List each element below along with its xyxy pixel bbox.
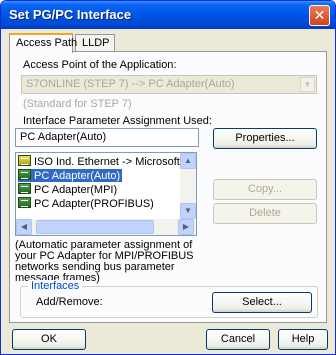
list-item[interactable]: PC Adapter(PROFIBUS) [18, 197, 156, 210]
horizontal-scrollbar[interactable]: ◀ ▶ [16, 219, 196, 235]
interface-description: (Automatic parameter assignment of your … [15, 239, 194, 284]
access-point-label: Access Point of the Application: [23, 59, 177, 71]
parameter-assignment-input[interactable]: PC Adapter(Auto) [15, 128, 199, 147]
network-card-icon [18, 169, 31, 180]
copy-button[interactable]: Copy... [213, 179, 317, 200]
close-icon: ✕ [313, 7, 326, 23]
list-item[interactable]: ISO Ind. Ethernet -> Microsoft TV/V [18, 155, 197, 168]
vertical-scrollbar[interactable]: ▲ ▼ [180, 153, 196, 219]
network-card-icon [18, 197, 31, 208]
arrow-up-icon: ▲ [184, 156, 192, 165]
close-button[interactable]: ✕ [309, 5, 330, 26]
list-item-label: PC Adapter(MPI) [34, 184, 118, 196]
interfaces-group-title: Interfaces [28, 280, 83, 292]
network-card-icon [18, 183, 31, 194]
dropdown-arrow-icon: ▼ [300, 77, 315, 92]
interface-list[interactable]: ISO Ind. Ethernet -> Microsoft TV/V PC A… [15, 152, 197, 236]
tab-label: LLDP [82, 37, 110, 49]
list-item-label: ISO Ind. Ethernet -> Microsoft TV/V [34, 156, 197, 168]
scroll-thumb[interactable] [36, 220, 154, 234]
cancel-button[interactable]: Cancel [206, 329, 270, 350]
scroll-down-button[interactable]: ▼ [180, 203, 196, 219]
dropdown-glyph: ▼ [303, 80, 312, 89]
parameter-assignment-value: PC Adapter(Auto) [20, 131, 107, 143]
add-remove-label: Add/Remove: [36, 296, 103, 308]
delete-button[interactable]: Delete [213, 203, 317, 224]
help-button[interactable]: Help [278, 329, 328, 350]
arrow-down-icon: ▼ [184, 206, 192, 215]
scroll-right-button[interactable]: ▶ [178, 219, 194, 235]
arrow-left-icon: ◀ [20, 222, 28, 231]
list-item[interactable]: PC Adapter(MPI) [18, 183, 119, 196]
list-item-label: PC Adapter(Auto) [34, 170, 121, 182]
tab-access-path[interactable]: Access Path [9, 33, 77, 53]
tab-lldp[interactable]: LLDP [75, 34, 115, 52]
properties-button[interactable]: Properties... [213, 128, 317, 149]
ok-button[interactable]: OK [12, 329, 86, 350]
access-point-combo: S7ONLINE (STEP 7) --> PC Adapter(Auto) ▼ [21, 75, 317, 94]
access-point-note: (Standard for STEP 7) [23, 98, 132, 110]
arrow-right-icon: ▶ [182, 222, 190, 231]
list-item-label: PC Adapter(PROFIBUS) [34, 198, 154, 210]
list-item-selected[interactable]: PC Adapter(Auto) [18, 169, 123, 182]
access-point-value: S7ONLINE (STEP 7) --> PC Adapter(Auto) [26, 78, 235, 90]
window-title: Set PG/PC Interface [9, 7, 132, 22]
scroll-left-button[interactable]: ◀ [16, 219, 32, 235]
network-card-icon [18, 155, 31, 166]
select-button[interactable]: Select... [212, 292, 312, 313]
title-bar[interactable]: Set PG/PC Interface ✕ [1, 1, 335, 29]
scroll-up-button[interactable]: ▲ [180, 153, 196, 169]
tab-label: Access Path [16, 37, 78, 49]
parameter-assignment-label: Interface Parameter Assignment Used: [23, 115, 212, 127]
